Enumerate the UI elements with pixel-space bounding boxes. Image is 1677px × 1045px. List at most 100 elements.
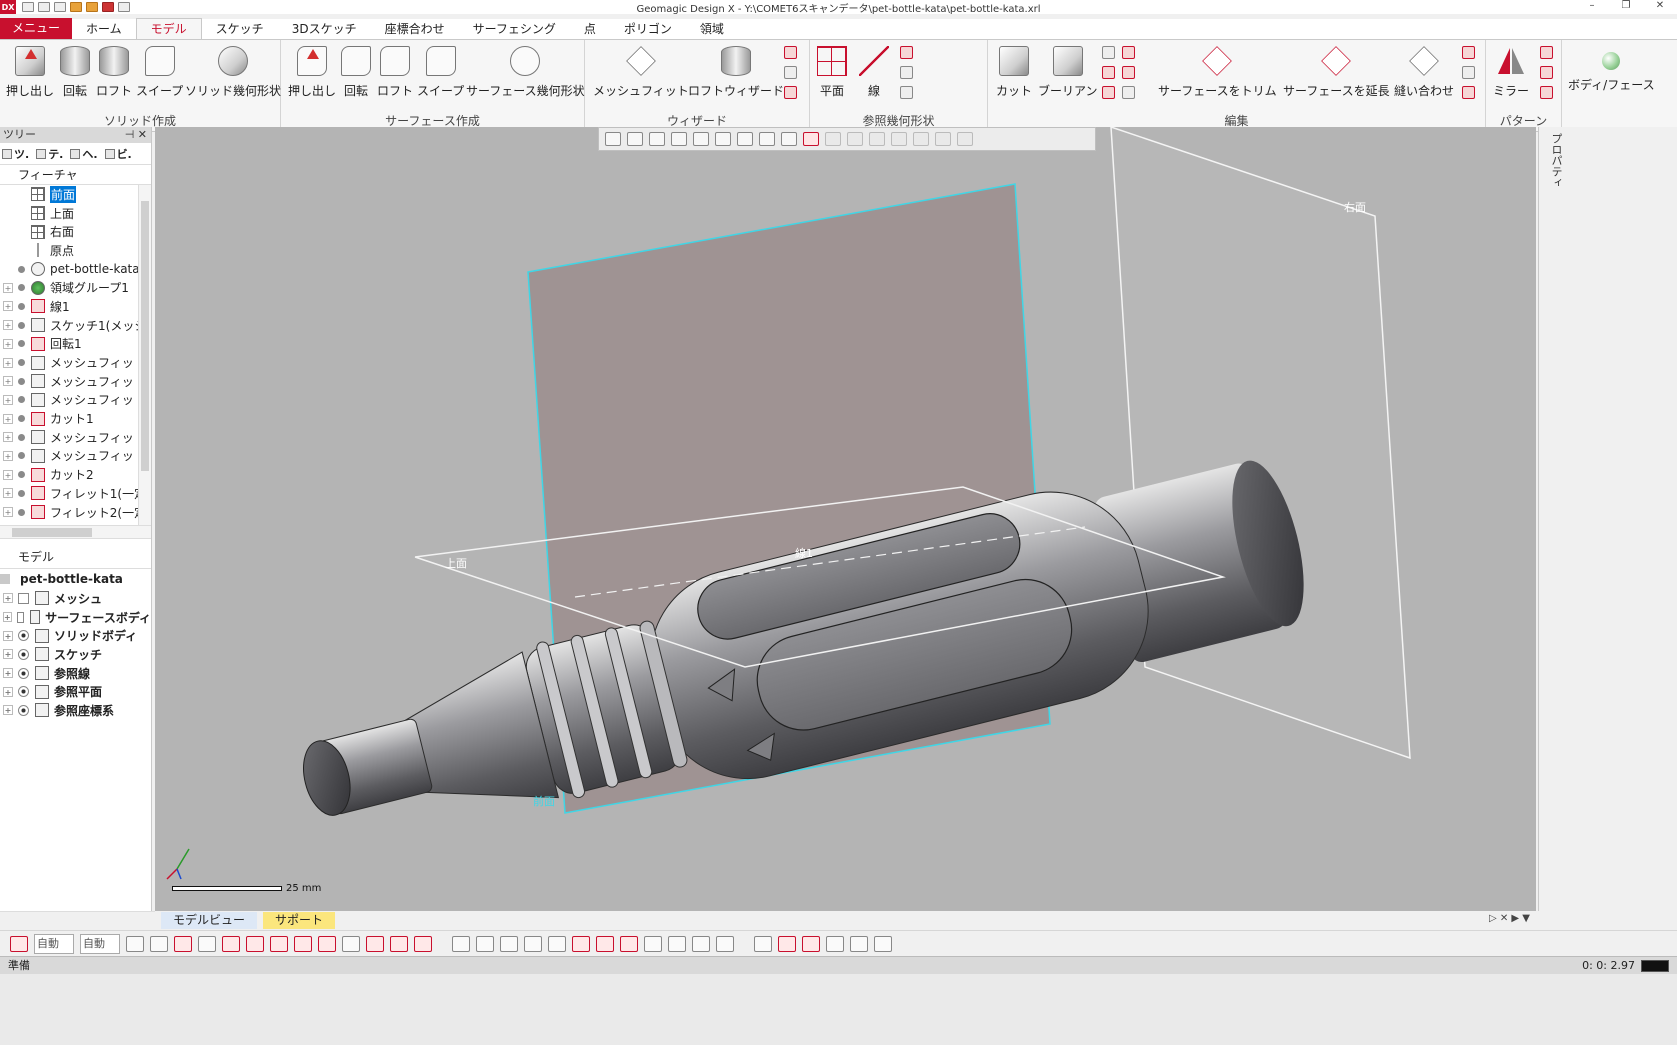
tree-item[interactable]: + 線1 — [0, 297, 151, 316]
mesh-fit-button[interactable]: メッシュフィット — [593, 46, 689, 99]
3d-viewport[interactable]: 右面 上面 前面 線1 25 mm — [155, 127, 1536, 911]
snap-9-icon[interactable] — [644, 935, 662, 952]
scroll-thumb[interactable] — [141, 201, 149, 471]
loft-wizard-button[interactable]: ロフトウィザード — [688, 46, 784, 99]
measure-5-icon[interactable] — [850, 935, 868, 952]
edit-small-7-icon[interactable] — [1462, 46, 1475, 59]
selection-filter-icon[interactable] — [10, 935, 28, 952]
save-icon[interactable] — [54, 2, 66, 12]
expand-icon[interactable]: + — [3, 450, 13, 461]
tree-item[interactable]: 原点 — [0, 241, 151, 260]
snap-8-icon[interactable] — [620, 935, 638, 952]
snap-1-icon[interactable] — [452, 935, 470, 952]
expand-icon[interactable]: + — [3, 686, 13, 697]
mirror-button[interactable]: ミラー — [1493, 46, 1529, 99]
open-folder-icon[interactable] — [70, 2, 82, 12]
brush-select-icon[interactable] — [891, 132, 907, 146]
expand-icon[interactable]: + — [3, 432, 13, 443]
front-view-icon[interactable] — [671, 132, 687, 146]
pattern-curve-icon[interactable] — [1540, 86, 1553, 99]
filter-2-icon[interactable] — [150, 935, 168, 952]
expand-icon[interactable]: + — [3, 469, 13, 480]
filter-10-icon[interactable] — [342, 935, 360, 952]
tree-item[interactable]: + 回転1 — [0, 335, 151, 354]
tree-item[interactable]: 前面 — [0, 185, 151, 204]
filter-1-icon[interactable] — [126, 935, 144, 952]
close-icon[interactable]: ✕ — [1643, 0, 1677, 14]
select-mode-combo[interactable]: 自動 — [34, 933, 74, 954]
expand-icon[interactable]: + — [3, 593, 13, 604]
solid-loft-button[interactable]: ロフト — [96, 46, 132, 99]
rect-select-icon[interactable] — [803, 132, 819, 146]
bottom-tab-nav[interactable]: ▷ ✕ ▶ ▼ — [1489, 913, 1530, 924]
eye-icon[interactable] — [18, 667, 29, 679]
body-face-button[interactable]: ボディ/フェース — [1568, 46, 1655, 93]
surface-loft-button[interactable]: ロフト — [377, 46, 413, 99]
edit-small-9-icon[interactable] — [1462, 86, 1475, 99]
filter-12-icon[interactable] — [390, 935, 408, 952]
display-mode-icon[interactable] — [605, 132, 621, 146]
expand-icon[interactable]: + — [3, 413, 13, 424]
tab-polygon[interactable]: ポリゴン — [610, 19, 686, 39]
tree-item[interactable]: 右面 — [0, 222, 151, 241]
tree-item[interactable]: + メッシュフィッ — [0, 353, 151, 372]
filter-5-icon[interactable] — [222, 935, 240, 952]
model-item[interactable]: + スケッチ — [0, 645, 151, 664]
boolean-button[interactable]: ブーリアン — [1038, 46, 1098, 99]
expand-icon[interactable]: + — [3, 488, 13, 499]
measure-1-icon[interactable] — [754, 935, 772, 952]
circle-select-icon[interactable] — [825, 132, 841, 146]
snap-5-icon[interactable] — [548, 935, 566, 952]
solid-sweep-button[interactable]: スイープ — [136, 46, 183, 99]
visibility-dot-icon[interactable] — [18, 415, 25, 423]
snap-3-icon[interactable] — [500, 935, 518, 952]
section-view-icon[interactable] — [693, 132, 709, 146]
tab-feature-tree[interactable]: ツ. — [2, 146, 29, 162]
measure-4-icon[interactable] — [826, 935, 844, 952]
visibility-dot-icon[interactable] — [18, 321, 25, 329]
redo-icon[interactable] — [118, 2, 130, 12]
tab-point[interactable]: 点 — [570, 19, 610, 39]
visibility-dot-icon[interactable] — [18, 265, 25, 273]
panel-pin-close-icon[interactable]: ⊣ ✕ — [125, 127, 147, 143]
expand-icon[interactable]: + — [3, 612, 12, 623]
right-plane[interactable] — [1110, 127, 1411, 760]
tree-item[interactable]: + メッシュフィッ — [0, 447, 151, 466]
model-scene[interactable] — [155, 127, 1536, 911]
new-file-icon[interactable] — [22, 2, 34, 12]
tree-item[interactable]: pet-bottle-kata — [0, 260, 151, 279]
measure-6-icon[interactable] — [874, 935, 892, 952]
filter-6-icon[interactable] — [246, 935, 264, 952]
filter-8-icon[interactable] — [294, 935, 312, 952]
tab-model-view[interactable]: モデルビュー — [161, 911, 258, 929]
expand-icon[interactable]: + — [3, 394, 13, 405]
tree-item[interactable]: + 領域グループ1 — [0, 278, 151, 297]
model-item[interactable]: + 参照線 — [0, 664, 151, 683]
left-scroll-stub[interactable] — [0, 911, 155, 929]
expand-icon[interactable]: + — [3, 668, 13, 679]
tab-alignment[interactable]: 座標合わせ — [371, 19, 459, 39]
visibility-dot-icon[interactable] — [18, 489, 25, 497]
tree-item[interactable]: + フィレット1(一定 — [0, 484, 151, 503]
eye-icon[interactable] — [18, 648, 29, 660]
expand-icon[interactable]: + — [3, 630, 13, 641]
tree-item[interactable]: + カット2 — [0, 465, 151, 484]
tree-horizontal-scrollbar[interactable] — [0, 525, 151, 539]
expand-icon[interactable]: + — [3, 507, 13, 518]
tab-region[interactable]: 領域 — [686, 19, 738, 39]
import-icon[interactable] — [38, 2, 50, 12]
visibility-dot-icon[interactable] — [18, 471, 25, 479]
measure-2-icon[interactable] — [778, 935, 796, 952]
paint-select-icon[interactable] — [913, 132, 929, 146]
expand-icon[interactable]: + — [3, 357, 13, 368]
hide-icon[interactable] — [935, 132, 951, 146]
model-item[interactable]: + 参照座標系 — [0, 701, 151, 720]
expand-icon[interactable]: + — [3, 376, 13, 387]
tree-item[interactable]: + メッシュフィッ — [0, 428, 151, 447]
cut-button[interactable]: カット — [996, 46, 1032, 99]
snap-2-icon[interactable] — [476, 935, 494, 952]
tree-item[interactable]: + スケッチ1(メッシ — [0, 316, 151, 335]
pattern-linear-icon[interactable] — [1540, 46, 1553, 59]
extend-surface-button[interactable]: サーフェースを延長 — [1283, 46, 1390, 99]
tree-vertical-scrollbar[interactable] — [138, 185, 151, 525]
